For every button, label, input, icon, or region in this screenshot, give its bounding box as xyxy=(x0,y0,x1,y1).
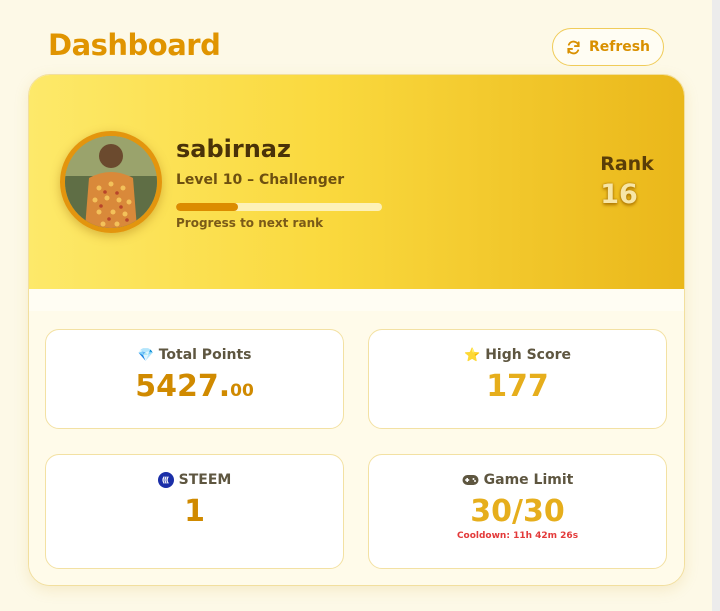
high-score-label: High Score xyxy=(485,347,571,363)
total-points-label: Total Points xyxy=(158,347,252,363)
scrollbar[interactable] xyxy=(712,0,720,611)
steem-icon xyxy=(157,472,174,488)
game-limit-card: Game Limit 30/30 Cooldown: 11h 42m 26s xyxy=(368,454,667,569)
username: sabirnaz xyxy=(176,135,291,163)
high-score-value: 177 xyxy=(486,369,549,404)
total-points-integer: 5427. xyxy=(135,369,231,404)
profile-banner: sabirnaz Level 10 – Challenger Progress … xyxy=(29,75,684,289)
game-limit-label: Game Limit xyxy=(483,472,574,488)
gamepad-icon xyxy=(462,474,479,486)
total-points-card: 💎 Total Points 5427.00 xyxy=(45,329,344,429)
dashboard-card: sabirnaz Level 10 – Challenger Progress … xyxy=(28,74,685,586)
level-text: Level 10 – Challenger xyxy=(176,172,345,188)
rank-label: Rank xyxy=(600,153,654,175)
refresh-icon xyxy=(566,40,581,55)
steem-label: STEEM xyxy=(178,472,232,488)
steem-value: 1 xyxy=(184,494,205,529)
high-score-title: ⭐ High Score xyxy=(369,347,666,363)
total-points-title: 💎 Total Points xyxy=(46,347,343,363)
total-points-decimals: 00 xyxy=(230,381,254,401)
steem-card: STEEM 1 xyxy=(45,454,344,569)
refresh-button[interactable]: Refresh xyxy=(552,28,664,66)
avatar xyxy=(60,131,162,233)
total-points-value: 5427.00 xyxy=(46,369,343,404)
progress-label: Progress to next rank xyxy=(176,216,324,230)
cooldown-timer: Cooldown: 11h 42m 26s xyxy=(456,531,579,541)
high-score-card: ⭐ High Score 177 xyxy=(368,329,667,429)
refresh-label: Refresh xyxy=(588,39,651,55)
star-icon: ⭐ xyxy=(464,347,481,363)
page-title: Dashboard xyxy=(48,28,221,62)
rank-progress-bar xyxy=(176,203,382,211)
steem-title: STEEM xyxy=(46,472,343,488)
rank-value: 16 xyxy=(600,179,638,210)
game-limit-value: 30/30 xyxy=(470,494,565,529)
diamond-icon: 💎 xyxy=(137,347,154,363)
rank-progress-fill xyxy=(176,203,238,211)
stats-grid: 💎 Total Points 5427.00 ⭐ High Score 177 … xyxy=(29,311,684,585)
game-limit-title: Game Limit xyxy=(369,472,666,488)
